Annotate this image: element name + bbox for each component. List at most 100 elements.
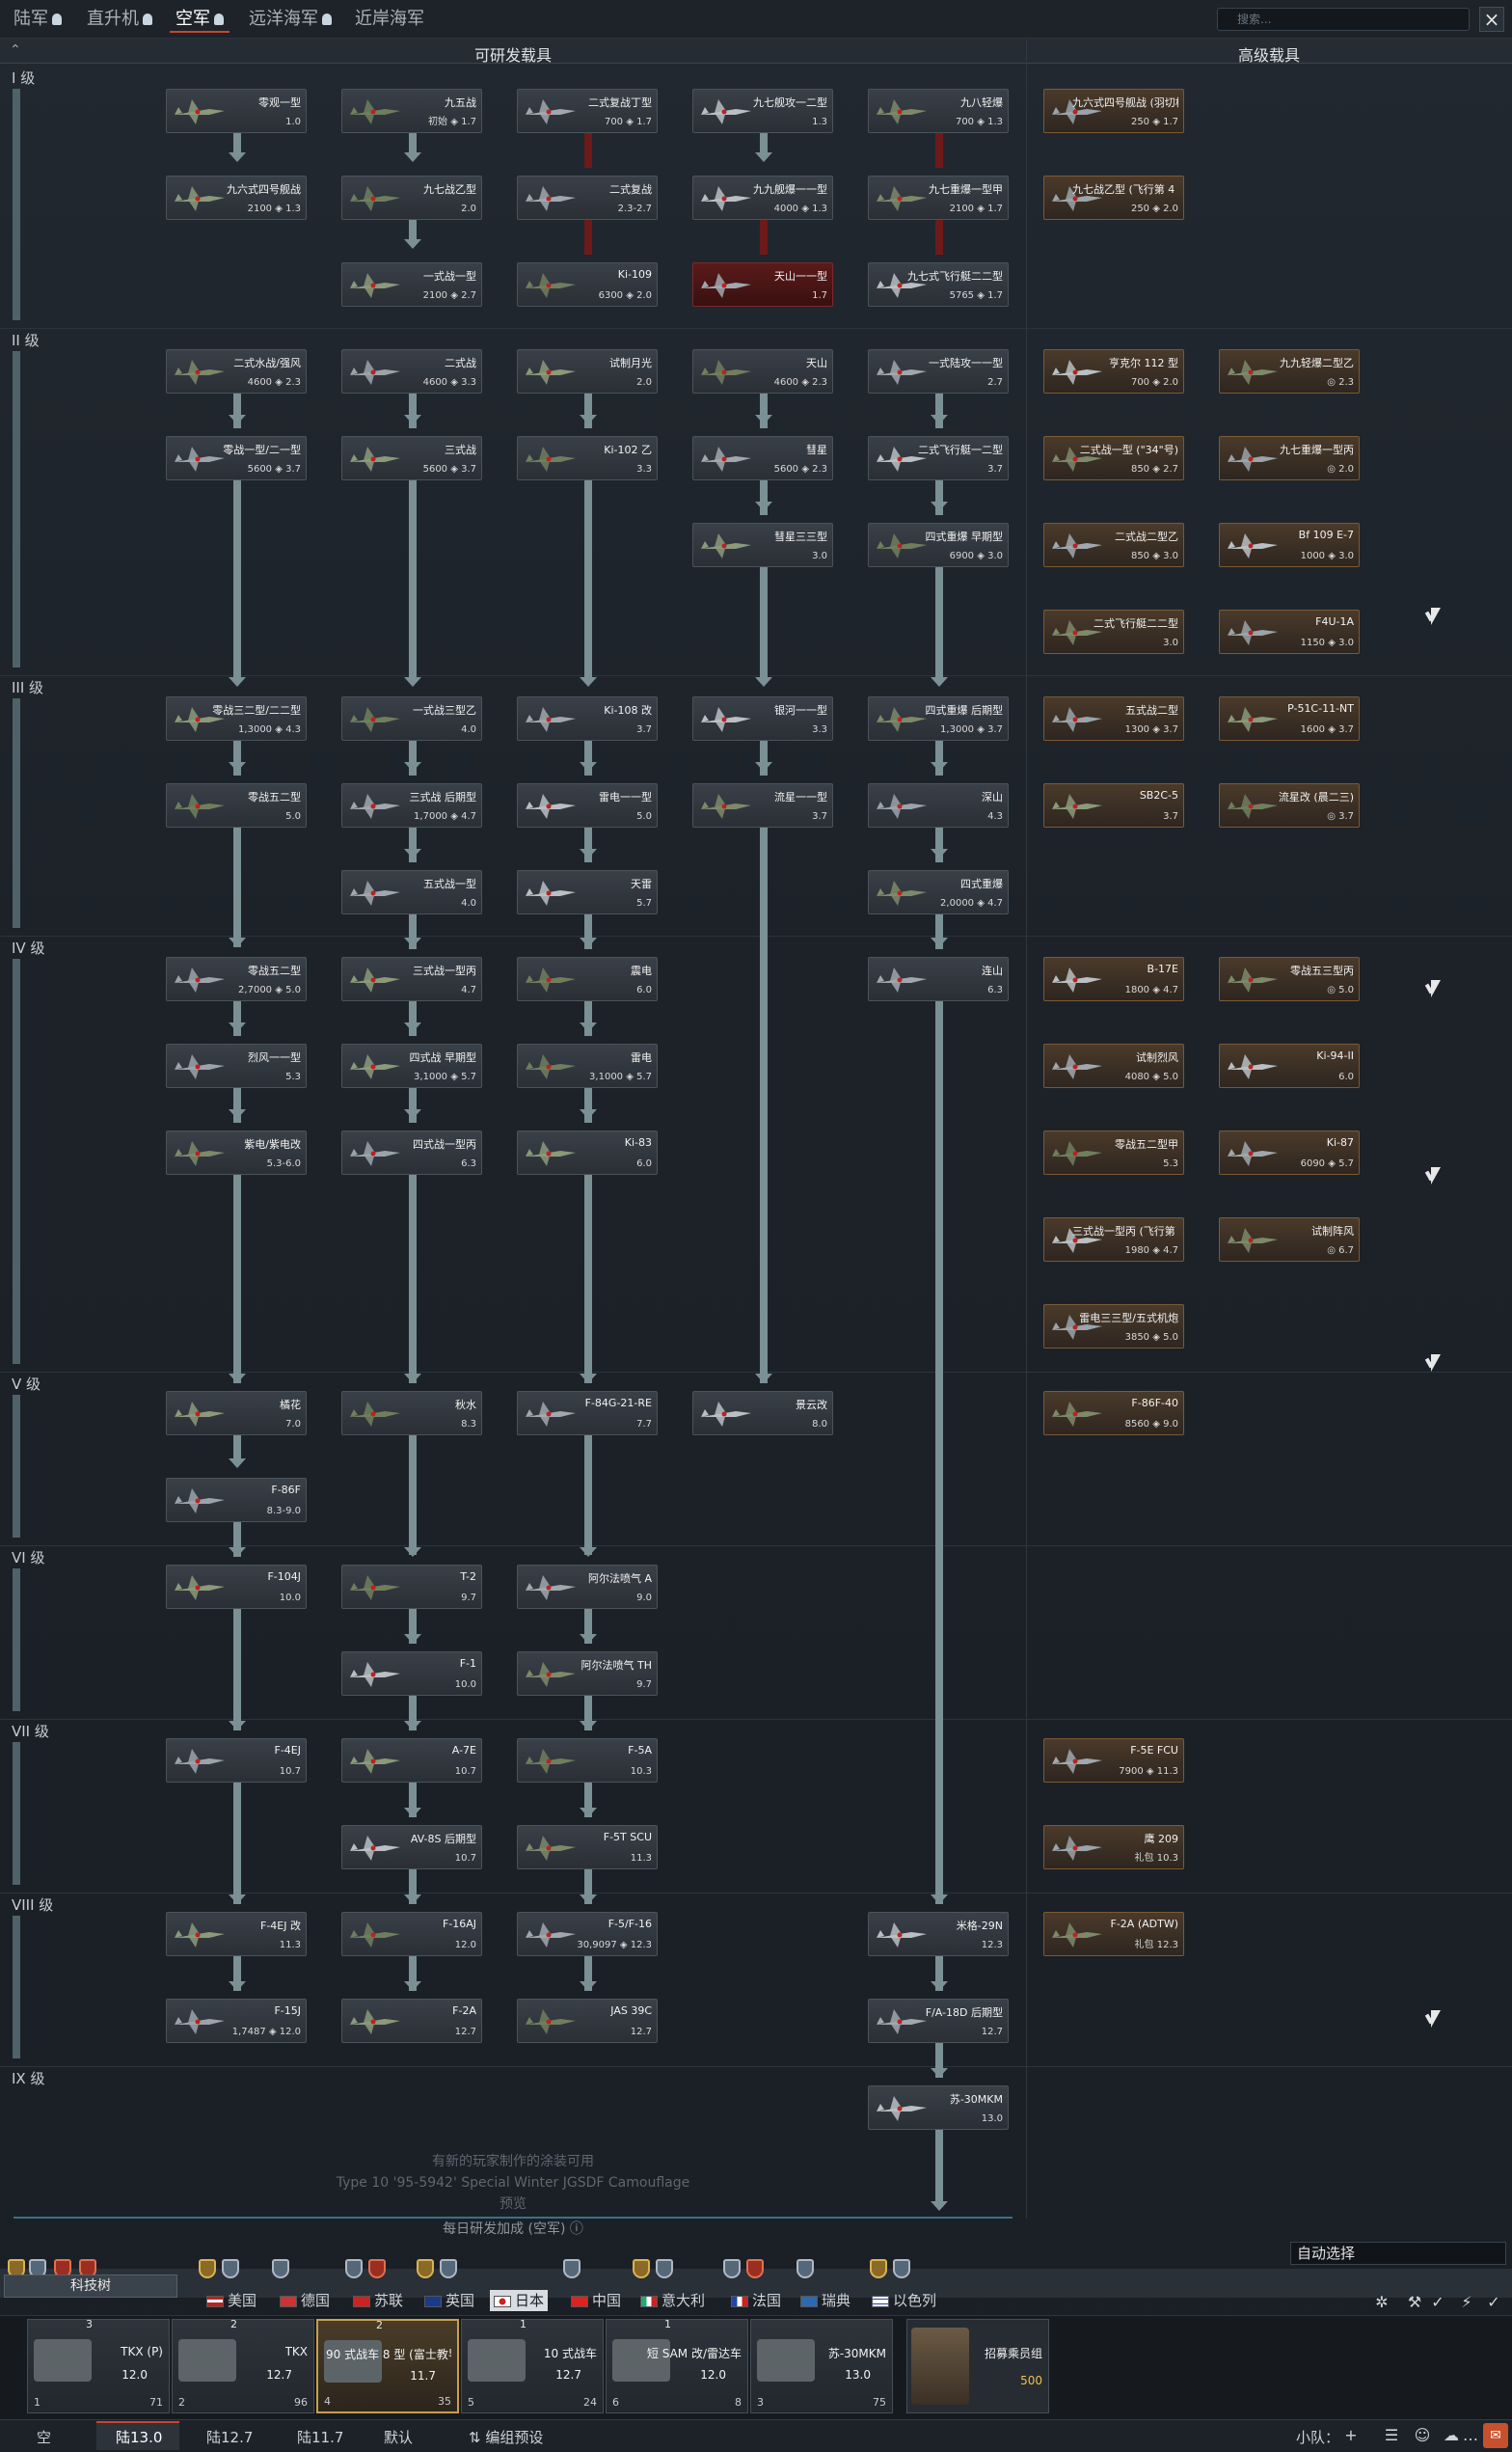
rank-label[interactable]: IX 级 <box>12 2068 44 2088</box>
vehicle-card[interactable]: 四式重爆 后期型 1,3000 ◈ 3.7 <box>868 696 1009 741</box>
vehicle-card[interactable]: 苏-30MKM 13.0 <box>868 2085 1009 2130</box>
crew-slot[interactable]: 1 短 SAM 改/雷达车 12.0 6 8 <box>606 2318 748 2413</box>
nation-sweden[interactable]: 瑞典 <box>796 2290 854 2311</box>
crew-slot[interactable]: 2 90 式战车 8 型 (富士教导) 11.7 4 35 <box>316 2319 459 2413</box>
tab-helicopter[interactable]: 直升机 <box>81 6 158 33</box>
crew-slot[interactable]: 苏-30MKM 13.0 3 75 <box>750 2319 893 2413</box>
vehicle-card[interactable]: 一式战一型 2100 ◈ 2.7 <box>341 262 482 307</box>
vehicle-card[interactable]: Ki-102 乙 3.3 <box>517 436 658 480</box>
vehicle-card[interactable]: F-86F 8.3-9.0 <box>166 1478 307 1522</box>
vehicle-card[interactable]: 一式陆攻一一型 2.7 <box>868 349 1009 394</box>
tab-bluewater-fleet[interactable]: 远洋海军 <box>243 6 338 33</box>
vehicle-card[interactable]: B-17E 1800 ◈ 4.7 <box>1043 957 1184 1001</box>
vehicle-card[interactable]: 零战五三型丙 ◎ 5.0 <box>1219 957 1360 1001</box>
preset-tab-default[interactable]: 默认 <box>384 2427 413 2447</box>
vehicle-card[interactable]: 九九舰爆一一型 4000 ◈ 1.3 <box>692 176 833 220</box>
vehicle-card[interactable]: F-5E FCU 7900 ◈ 11.3 <box>1043 1738 1184 1783</box>
check-icon[interactable]: ✓ <box>1429 2294 1446 2311</box>
vehicle-card[interactable]: 九八轻爆 700 ◈ 1.3 <box>868 89 1009 133</box>
vehicle-card[interactable]: 三式战 后期型 1,7000 ◈ 4.7 <box>341 783 482 828</box>
vehicle-card[interactable]: 二式飞行艇二二型 3.0 <box>1043 610 1184 654</box>
mail-icon[interactable]: ✉ <box>1483 2423 1508 2448</box>
vehicle-card[interactable]: 天山一一型 1.7 <box>692 262 833 307</box>
vehicle-card[interactable]: F-4EJ 改 11.3 <box>166 1912 307 1956</box>
recruit-crew-slot[interactable]: 招募乘员组 500 <box>906 2319 1049 2413</box>
rank-label[interactable]: II 级 <box>12 330 40 350</box>
vehicle-card[interactable]: 零战一型/二一型 5600 ◈ 3.7 <box>166 436 307 480</box>
rank-label[interactable]: V 级 <box>12 1374 40 1394</box>
vehicle-card[interactable]: 试制阵风 ◎ 6.7 <box>1219 1217 1360 1262</box>
vehicle-card[interactable]: 九七舰攻一二型 1.3 <box>692 89 833 133</box>
vehicle-card[interactable]: SB2C-5 3.7 <box>1043 783 1184 828</box>
vehicle-card[interactable]: F-4EJ 10.7 <box>166 1738 307 1783</box>
vehicle-card[interactable]: Ki-109 6300 ◈ 2.0 <box>517 262 658 307</box>
vehicle-card[interactable]: 九七战乙型 2.0 <box>341 176 482 220</box>
vehicle-card[interactable]: 景云改 8.0 <box>692 1391 833 1435</box>
vehicle-card[interactable]: 连山 6.3 <box>868 957 1009 1001</box>
banner-preview-link[interactable]: 预览 <box>0 2193 1026 2215</box>
vehicle-card[interactable]: 试制烈风 4080 ◈ 5.0 <box>1043 1044 1184 1088</box>
nation-germany[interactable]: 德国 <box>276 2290 334 2311</box>
nation-ussr[interactable]: 苏联 <box>349 2290 407 2311</box>
vehicle-card[interactable]: 二式战二型乙 850 ◈ 3.0 <box>1043 523 1184 567</box>
nation-china[interactable]: 中国 <box>567 2290 625 2311</box>
vehicle-card[interactable]: F-5T SCU 11.3 <box>517 1825 658 1869</box>
vehicle-card[interactable]: 二式水战/强风 4600 ◈ 2.3 <box>166 349 307 394</box>
vehicle-card[interactable]: AV-8S 后期型 10.7 <box>341 1825 482 1869</box>
nation-israel[interactable]: 以色列 <box>868 2290 940 2311</box>
vehicle-card[interactable]: 二式复战丁型 700 ◈ 1.7 <box>517 89 658 133</box>
vehicle-card[interactable]: 九七式飞行艇二二型 5765 ◈ 1.7 <box>868 262 1009 307</box>
vehicle-card[interactable]: 九七重爆一型丙 ◎ 2.0 <box>1219 436 1360 480</box>
vehicle-card[interactable]: 零战三二型/二二型 1,3000 ◈ 4.3 <box>166 696 307 741</box>
vehicle-card[interactable]: Ki-94-II 6.0 <box>1219 1044 1360 1088</box>
tab-ground[interactable]: 陆军 <box>8 6 68 33</box>
tech-tree-button[interactable]: 科技树 <box>4 2275 177 2298</box>
vehicle-card[interactable]: 天山 4600 ◈ 2.3 <box>692 349 833 394</box>
crew-slot[interactable]: 1 10 式战车 12.7 5 24 <box>461 2318 604 2413</box>
skin-banner[interactable]: 有新的玩家制作的涂装可用 Type 10 '95-5942' Special W… <box>0 2151 1026 2215</box>
vehicle-card[interactable]: F-16AJ 12.0 <box>341 1912 482 1956</box>
gear-icon[interactable]: ✲ <box>1373 2294 1390 2311</box>
tab-coastal-fleet[interactable]: 近岸海军 <box>349 6 430 33</box>
vehicle-card[interactable]: F-2A 12.7 <box>341 1999 482 2043</box>
vehicle-card[interactable]: P-51C-11-NT 1600 ◈ 3.7 <box>1219 696 1360 741</box>
search-input[interactable]: 搜索... <box>1217 8 1470 31</box>
nation-usa[interactable]: 美国 <box>202 2290 260 2311</box>
vehicle-card[interactable]: 鹰 209 礼包 10.3 <box>1043 1825 1184 1869</box>
vehicle-card[interactable]: 四式重爆 早期型 6900 ◈ 3.0 <box>868 523 1009 567</box>
vehicle-card[interactable]: 试制月光 2.0 <box>517 349 658 394</box>
vehicle-card[interactable]: Ki-87 6090 ◈ 5.7 <box>1219 1131 1360 1175</box>
vehicle-card[interactable]: 九五战 初始 ◈ 1.7 <box>341 89 482 133</box>
nation-italy[interactable]: 意大利 <box>636 2290 709 2311</box>
rank-label[interactable]: VIII 级 <box>12 1894 53 1915</box>
nation-france[interactable]: 法国 <box>727 2290 785 2311</box>
nation-japan[interactable]: 日本 <box>490 2290 549 2311</box>
vehicle-card[interactable]: F-1 10.0 <box>341 1651 482 1696</box>
rank-label[interactable]: I 级 <box>12 68 35 88</box>
vehicle-card[interactable]: 天雷 5.7 <box>517 870 658 914</box>
vehicle-card[interactable]: F-86F-40 8560 ◈ 9.0 <box>1043 1391 1184 1435</box>
vehicle-card[interactable]: Bf 109 E-7 1000 ◈ 3.0 <box>1219 523 1360 567</box>
rank-label[interactable]: IV 级 <box>12 938 44 958</box>
check-all-icon[interactable]: ✓ <box>1485 2294 1502 2311</box>
preset-manager-button[interactable]: ⇅ 编组预设 <box>469 2427 543 2447</box>
vehicle-card[interactable]: 亨克尔 112 型 700 ◈ 2.0 <box>1043 349 1184 394</box>
vehicle-card[interactable]: Ki-83 6.0 <box>517 1131 658 1175</box>
vehicle-card[interactable]: Ki-108 改 3.7 <box>517 696 658 741</box>
vehicle-card[interactable]: 米格-29N 12.3 <box>868 1912 1009 1956</box>
vehicle-card[interactable]: 阿尔法喷气 TH 9.7 <box>517 1651 658 1696</box>
vehicle-card[interactable]: 流星改 (晨二三) ◎ 3.7 <box>1219 783 1360 828</box>
list-icon[interactable]: ☰ <box>1381 2425 1402 2446</box>
vehicle-card[interactable]: 烈风一一型 5.3 <box>166 1044 307 1088</box>
cloud-icon[interactable]: ☁ <box>1441 2425 1462 2446</box>
vehicle-card[interactable]: 阿尔法喷气 A 9.0 <box>517 1565 658 1609</box>
vehicle-card[interactable]: 彗星 5600 ◈ 2.3 <box>692 436 833 480</box>
daily-research-bonus[interactable]: 每日研发加成 (空军) ⓘ <box>0 2219 1026 2238</box>
vehicle-card[interactable]: F-104J 10.0 <box>166 1565 307 1609</box>
vehicle-card[interactable]: 橘花 7.0 <box>166 1391 307 1435</box>
vehicle-card[interactable]: 二式复战 2.3-2.7 <box>517 176 658 220</box>
crew-slot[interactable]: 2 TKX 12.7 2 96 <box>172 2318 314 2413</box>
vehicle-card[interactable]: 一式战三型乙 4.0 <box>341 696 482 741</box>
vehicle-card[interactable]: 彗星三三型 3.0 <box>692 523 833 567</box>
vehicle-card[interactable]: F-15J 1,7487 ◈ 12.0 <box>166 1999 307 2043</box>
